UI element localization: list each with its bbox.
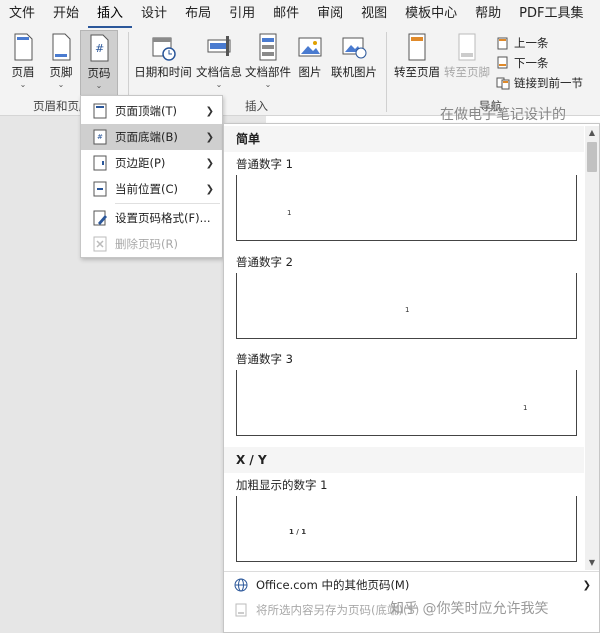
save-selection-icon	[235, 603, 247, 617]
page-number-menu: 页面顶端(T) ❯ # 页面底端(B) ❯ 页边距(P) ❯ 当前位置(C) ❯…	[80, 95, 223, 258]
more-page-numbers-item[interactable]: Office.com 中的其他页码(M) ❯	[224, 573, 599, 597]
tab-file[interactable]: 文件	[0, 0, 44, 28]
section-header-xy: X / Y	[224, 447, 584, 473]
footer-icon	[52, 33, 71, 61]
link-previous-button[interactable]: 链接到前一节	[496, 74, 583, 92]
gallery-item-bold-number-1[interactable]: 1 / 1	[236, 496, 577, 562]
menu-divider	[115, 203, 220, 204]
chevron-down-icon: ⌄	[19, 80, 27, 89]
menu-bar: 文件 开始 插入 设计 布局 引用 邮件 审阅 视图 模板中心 帮助 PDF工具…	[0, 0, 600, 28]
previous-icon	[497, 37, 508, 50]
chevron-right-icon: ❯	[205, 105, 214, 117]
menu-item-remove-page-numbers[interactable]: 删除页码(R)	[81, 231, 222, 257]
doc-info-icon	[207, 36, 231, 56]
chevron-down-icon: ⌄	[57, 80, 65, 89]
footer-button[interactable]: 页脚 ⌄	[44, 30, 78, 96]
preview-page-number: 1	[523, 404, 528, 412]
tab-mailings[interactable]: 邮件	[264, 0, 308, 28]
section-header-simple: 简单	[224, 126, 584, 152]
gallery-item-plain-number-3[interactable]: 1	[236, 370, 577, 436]
online-picture-icon	[342, 37, 367, 59]
tab-insert[interactable]: 插入	[88, 0, 133, 28]
preview-page-number: 1	[287, 209, 292, 217]
gallery-footer-divider	[224, 571, 599, 572]
picture-icon	[298, 37, 322, 57]
previous-button[interactable]: 上一条	[496, 34, 549, 52]
header-button[interactable]: 页眉 ⌄	[6, 30, 40, 96]
chevron-right-icon: ❯	[582, 579, 591, 591]
tab-design[interactable]: 设计	[132, 0, 176, 28]
chevron-down-icon: ⌄	[95, 81, 103, 90]
link-icon	[496, 77, 510, 90]
menu-item-top-of-page[interactable]: 页面顶端(T) ❯	[81, 98, 222, 124]
bottom-of-page-icon: #	[93, 129, 107, 145]
top-of-page-icon	[93, 103, 107, 119]
goto-footer-button[interactable]: 转至页脚	[444, 30, 490, 96]
doc-parts-button[interactable]: 文档部件 ⌄	[245, 30, 291, 96]
entry-title-plain-number-2: 普通数字 2	[236, 255, 293, 269]
tab-home[interactable]: 开始	[44, 0, 88, 28]
online-picture-button[interactable]: 联机图片	[330, 30, 378, 96]
remove-page-numbers-icon	[93, 236, 107, 252]
next-icon	[497, 56, 508, 69]
scroll-thumb[interactable]	[587, 142, 597, 172]
tab-pdf-tools[interactable]: PDF工具集	[510, 0, 592, 28]
chevron-down-icon: ⌄	[264, 80, 272, 89]
bottom-of-page-gallery: 简单 普通数字 1 1 普通数字 2 1 普通数字 3 1 X / Y 加粗显示…	[223, 123, 600, 633]
page-number-button[interactable]: # 页码 ⌄	[80, 30, 118, 96]
gallery-item-plain-number-2[interactable]: 1	[236, 273, 577, 339]
doc-info-button[interactable]: 文档信息 ⌄	[196, 30, 242, 96]
entry-title-bold-number-1: 加粗显示的数字 1	[236, 478, 328, 492]
tab-template-center[interactable]: 模板中心	[396, 0, 466, 28]
preview-page-number: 1	[405, 306, 410, 314]
page-number-icon: #	[90, 34, 109, 62]
goto-header-icon	[408, 33, 426, 61]
menu-item-page-margins[interactable]: 页边距(P) ❯	[81, 150, 222, 176]
menu-item-current-position[interactable]: 当前位置(C) ❯	[81, 176, 222, 202]
doc-parts-icon	[259, 33, 277, 61]
format-page-numbers-icon	[93, 210, 107, 226]
picture-button[interactable]: 图片	[295, 30, 325, 96]
gallery-scrollbar[interactable]: ▲ ▼	[585, 126, 599, 570]
goto-header-button[interactable]: 转至页眉	[394, 30, 440, 96]
chevron-right-icon: ❯	[205, 131, 214, 143]
entry-title-plain-number-3: 普通数字 3	[236, 352, 293, 366]
calendar-clock-icon	[152, 37, 176, 61]
tab-references[interactable]: 引用	[220, 0, 264, 28]
goto-footer-icon	[458, 33, 476, 61]
scroll-down-arrow-icon[interactable]: ▼	[585, 556, 599, 570]
entry-title-plain-number-1: 普通数字 1	[236, 157, 293, 171]
chevron-right-icon: ❯	[205, 157, 214, 169]
tab-help[interactable]: 帮助	[466, 0, 510, 28]
current-position-icon	[93, 181, 107, 197]
svg-text:#: #	[97, 133, 103, 141]
scroll-up-arrow-icon[interactable]: ▲	[585, 126, 599, 140]
group-separator	[386, 32, 387, 112]
menu-item-format-page-numbers[interactable]: 设置页码格式(F)...	[81, 205, 222, 231]
chevron-right-icon: ❯	[205, 183, 214, 195]
tab-review[interactable]: 审阅	[308, 0, 352, 28]
preview-page-number: 1 / 1	[289, 528, 307, 536]
tab-view[interactable]: 视图	[352, 0, 396, 28]
chevron-down-icon: ⌄	[215, 80, 223, 89]
menu-item-bottom-of-page[interactable]: # 页面底端(B) ❯	[81, 124, 222, 150]
svg-text:#: #	[95, 42, 104, 55]
watermark-text: 知乎 @你笑时应允许我笑	[390, 601, 549, 617]
next-button[interactable]: 下一条	[496, 54, 549, 72]
globe-icon	[234, 578, 248, 592]
page-margins-icon	[93, 155, 107, 171]
document-header-text: 在做电子笔记设计的	[440, 107, 566, 123]
group-label-insert: 插入	[245, 99, 268, 113]
gallery-item-plain-number-1[interactable]: 1	[236, 175, 577, 241]
date-time-button[interactable]: 日期和时间	[134, 30, 192, 96]
header-icon	[14, 33, 33, 61]
tab-layout[interactable]: 布局	[176, 0, 220, 28]
